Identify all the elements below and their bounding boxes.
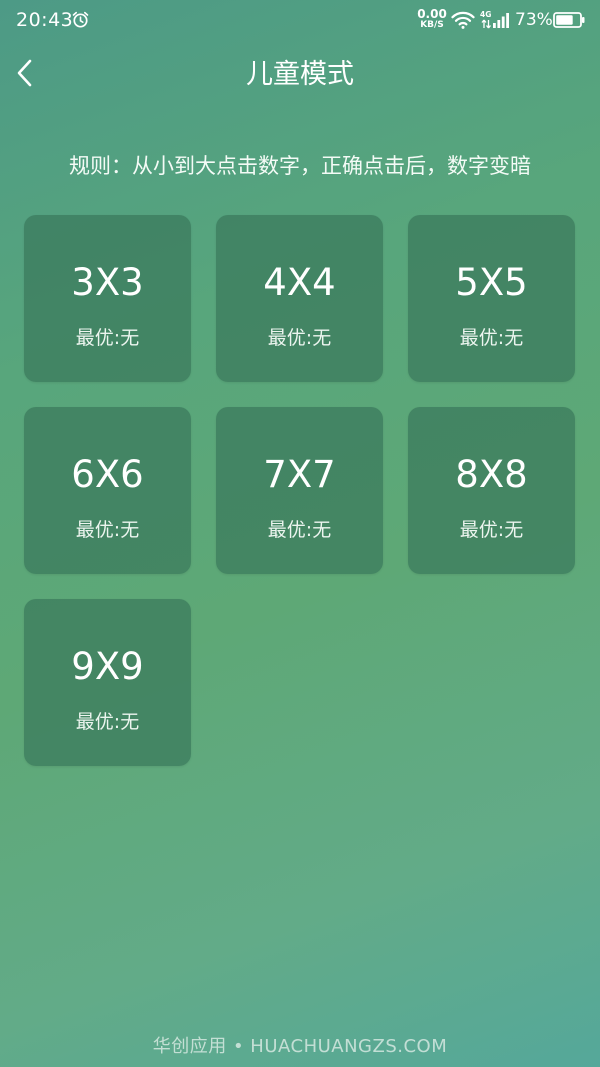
level-card-8x8[interactable]: 8X8 最优:无 <box>408 407 575 574</box>
level-size: 7X7 <box>263 453 336 496</box>
level-card-3x3[interactable]: 3X3 最优:无 <box>24 215 191 382</box>
level-best-score: 最优:无 <box>75 519 140 541</box>
level-card-9x9[interactable]: 9X9 最优:无 <box>24 599 191 766</box>
level-size: 5X5 <box>455 261 528 304</box>
level-card-4x4[interactable]: 4X4 最优:无 <box>216 215 383 382</box>
level-size: 8X8 <box>455 453 528 496</box>
watermark: 华创应用 • HUACHUANGZS.COM <box>152 1036 448 1057</box>
page-title: 儿童模式 <box>246 59 354 90</box>
level-size: 6X6 <box>71 453 144 496</box>
rules-text: 规则：从小到大点击数字，正确点击后，数字变暗 <box>69 154 531 178</box>
level-size: 4X4 <box>263 261 336 304</box>
level-card-7x7[interactable]: 7X7 最优:无 <box>216 407 383 574</box>
level-card-6x6[interactable]: 6X6 最优:无 <box>24 407 191 574</box>
network-speed-value: 0.00 <box>417 7 447 21</box>
level-best-score: 最优:无 <box>267 519 332 541</box>
level-best-score: 最优:无 <box>75 327 140 349</box>
level-best-score: 最优:无 <box>459 327 524 349</box>
battery-percent: 73% <box>515 10 553 30</box>
network-type-label: 4G <box>480 10 491 19</box>
status-bar: 20:43 0.00 KB/S 4G 73% <box>0 0 600 42</box>
level-best-score: 最优:无 <box>459 519 524 541</box>
battery-icon <box>553 12 585 28</box>
level-size: 3X3 <box>71 261 144 304</box>
level-best-score: 最优:无 <box>267 327 332 349</box>
alarm-icon <box>72 11 89 28</box>
network-speed: 0.00 KB/S <box>416 8 448 30</box>
level-card-5x5[interactable]: 5X5 最优:无 <box>408 215 575 382</box>
status-time: 20:43 <box>16 9 74 31</box>
level-size: 9X9 <box>71 645 144 688</box>
network-speed-unit: KB/S <box>420 20 444 30</box>
back-button[interactable] <box>8 56 42 94</box>
level-grid: 3X3 最优:无 4X4 最优:无 5X5 最优:无 6X6 最优:无 7X7 … <box>24 215 576 766</box>
chevron-left-icon <box>15 58 35 92</box>
wifi-icon <box>451 11 475 29</box>
signal-icon: 4G <box>480 10 510 30</box>
level-best-score: 最优:无 <box>75 711 140 733</box>
